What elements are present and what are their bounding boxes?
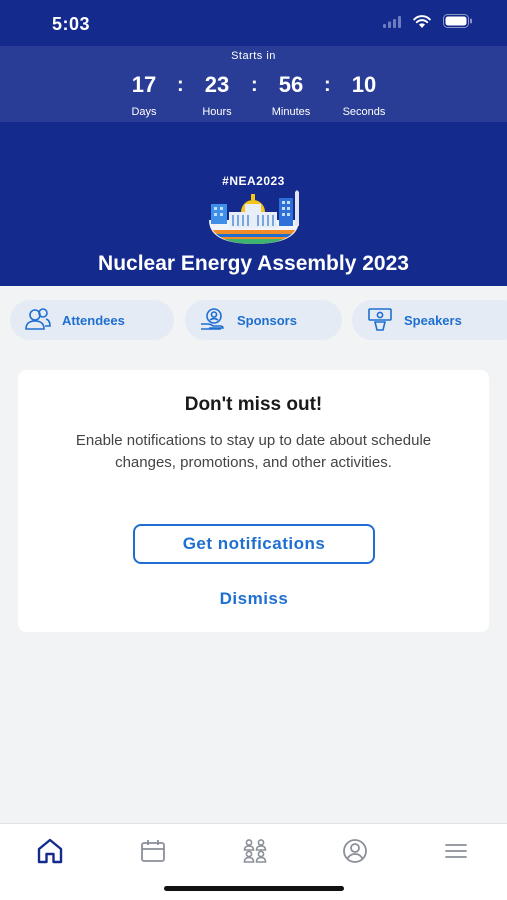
tab-people[interactable] (240, 838, 270, 869)
status-time: 5:03 (52, 14, 91, 34)
attendees-icon (24, 307, 52, 334)
countdown-banner: Starts in 17 Days : 23 Hours : 56 Minute… (0, 46, 507, 122)
battery-icon (443, 14, 473, 33)
category-chips: Attendees Sponsors Speakers (10, 300, 507, 340)
speakers-icon (366, 307, 394, 334)
event-hashtag: #NEA2023 (222, 174, 285, 188)
countdown-hours-label: Hours (202, 106, 232, 118)
status-bar: 5:03 (0, 0, 507, 46)
countdown-minutes-label: Minutes (271, 106, 311, 118)
sponsors-icon (199, 307, 227, 334)
notification-card: Don't miss out! Enable notifications to … (18, 370, 489, 632)
chip-speakers-label: Speakers (404, 312, 462, 328)
notification-card-body: Enable notifications to stay up to date … (75, 432, 432, 471)
notification-card-title: Don't miss out! (184, 394, 323, 415)
wifi-icon (413, 14, 431, 33)
home-indicator (164, 886, 344, 891)
countdown-title: Starts in (231, 50, 276, 62)
tab-schedule[interactable] (138, 838, 168, 869)
status-icons (383, 14, 473, 33)
countdown-seconds: 10 Seconds (324, 72, 404, 118)
tab-profile[interactable] (340, 838, 370, 869)
menu-icon (442, 838, 470, 869)
countdown-days: 17 Days (104, 72, 184, 118)
countdown-days-label: Days (131, 106, 157, 118)
calendar-icon (139, 838, 167, 869)
countdown-hours: 23 Hours (177, 72, 257, 118)
tab-home[interactable] (35, 838, 65, 869)
cellular-signal-icon (383, 15, 401, 33)
people-icon (241, 838, 269, 869)
event-logo (205, 190, 303, 244)
get-notifications-button[interactable]: Get notifications (133, 524, 375, 564)
countdown-hours-value: 23 (204, 72, 230, 97)
chip-attendees-label: Attendees (62, 312, 125, 328)
countdown-days-value: 17 (131, 72, 157, 97)
home-icon (36, 838, 64, 869)
event-hero: #NEA2023 Nuclear Energy Assembly 2023 (0, 122, 507, 286)
chip-speakers[interactable]: Speakers (352, 300, 507, 340)
profile-icon (341, 838, 369, 869)
chip-sponsors-label: Sponsors (237, 312, 297, 328)
countdown-minutes-value: 56 (278, 72, 304, 97)
countdown-seconds-label: Seconds (342, 106, 386, 118)
dismiss-button[interactable]: Dismiss (153, 584, 355, 614)
chip-attendees[interactable]: Attendees (10, 300, 174, 340)
event-title: Nuclear Energy Assembly 2023 (98, 252, 409, 275)
countdown-minutes: 56 Minutes (251, 72, 331, 118)
chip-sponsors[interactable]: Sponsors (185, 300, 342, 340)
countdown-seconds-value: 10 (351, 72, 377, 97)
tab-menu[interactable] (441, 840, 471, 866)
